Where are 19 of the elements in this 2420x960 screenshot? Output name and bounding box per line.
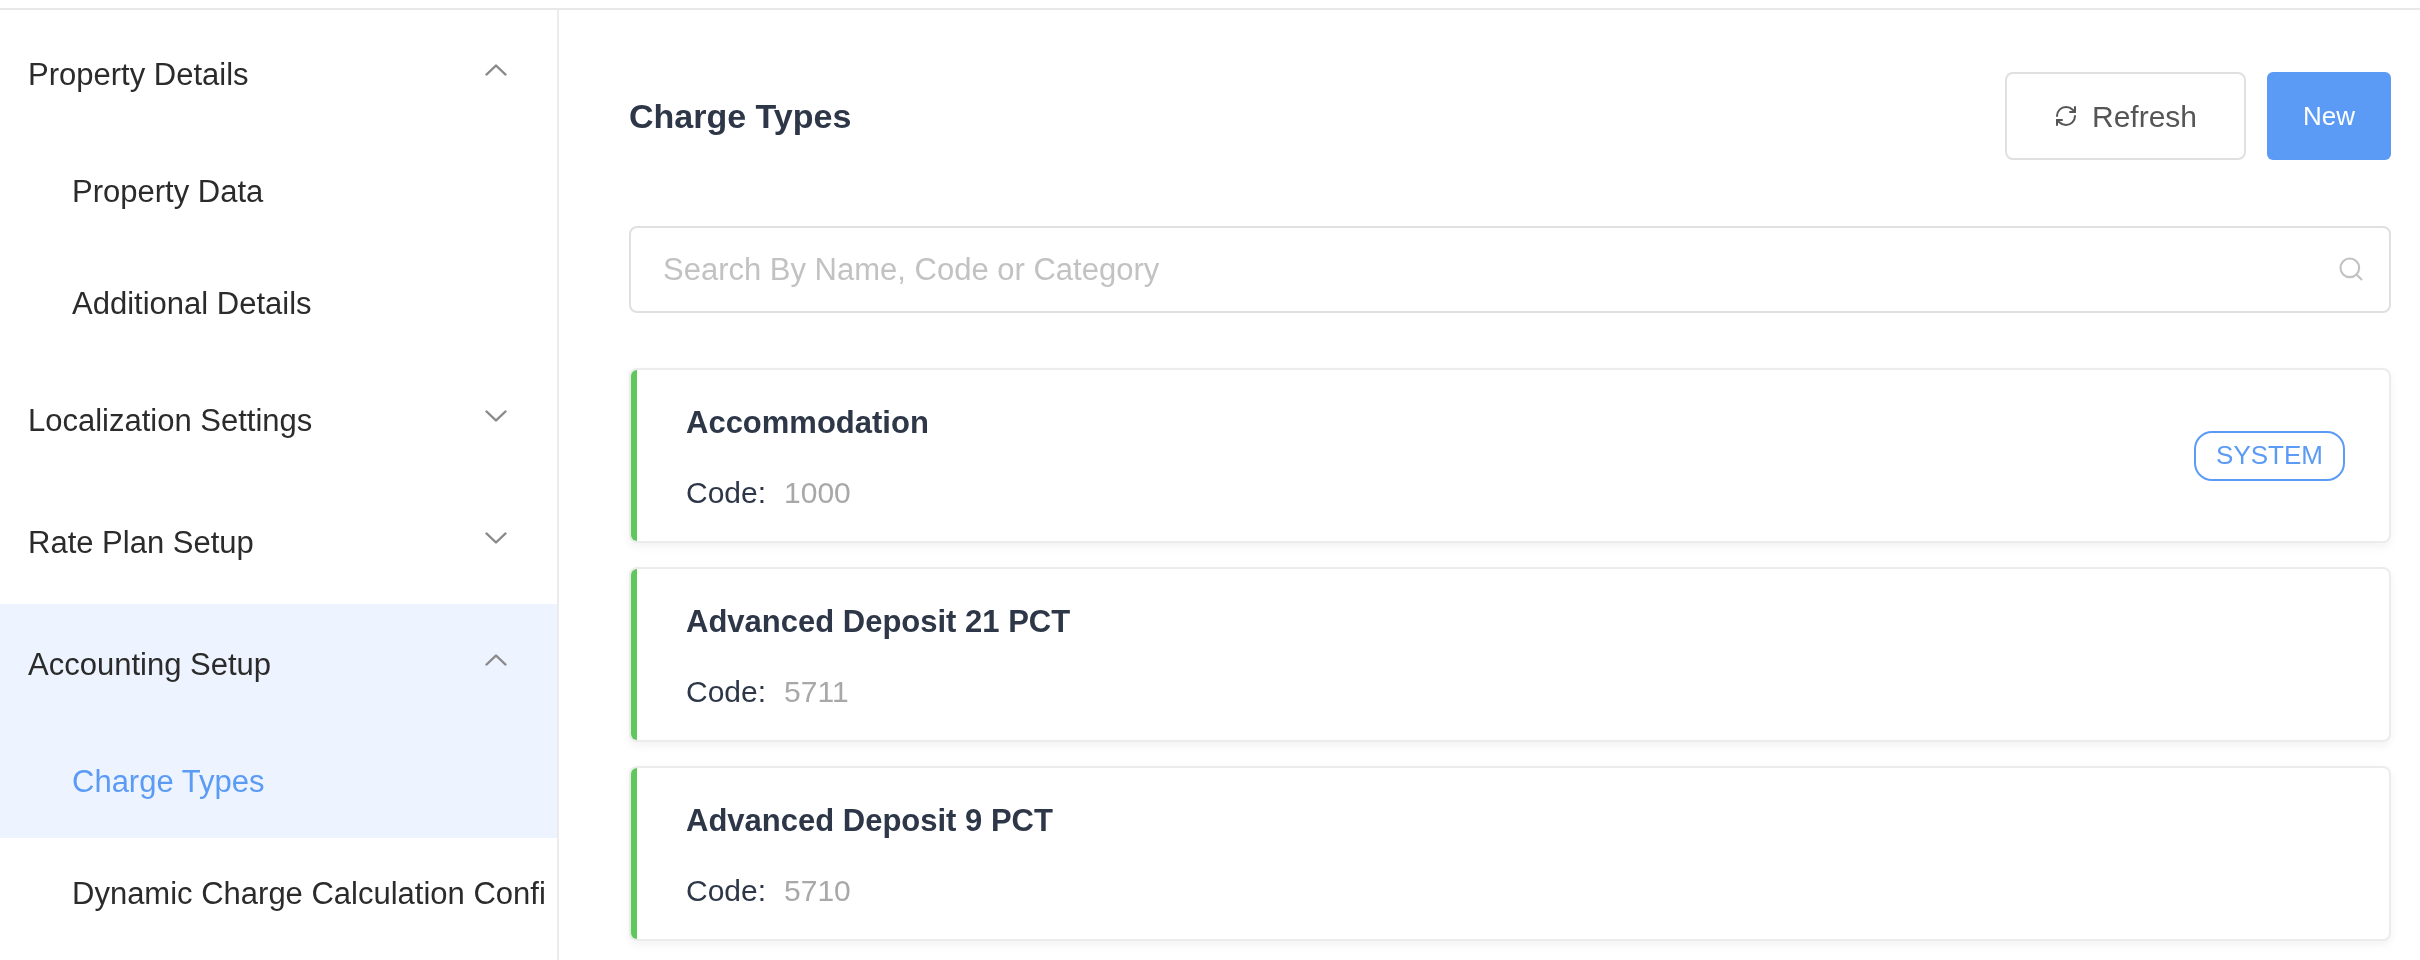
code-label: Code:: [686, 474, 767, 511]
charge-type-card[interactable]: Advanced Deposit 9 PCT Code: 5710: [629, 766, 2391, 941]
charge-type-name: Accommodation: [686, 404, 929, 441]
charge-type-card[interactable]: Accommodation Code: 1000 SYSTEM: [629, 368, 2391, 543]
page-title: Charge Types: [629, 95, 852, 137]
search-field[interactable]: Search By Name, Code or Category: [629, 226, 2391, 313]
charge-type-name: Advanced Deposit 9 PCT: [686, 802, 1053, 839]
charge-type-card[interactable]: Advanced Deposit 21 PCT Code: 5711: [629, 567, 2391, 742]
sidebar-item[interactable]: Accounting Setup: [0, 604, 557, 726]
type-badge: SYSTEM: [2194, 430, 2345, 481]
code-value: 5710: [784, 872, 851, 909]
code-label: Code:: [686, 872, 767, 909]
refresh-icon: [2053, 104, 2078, 128]
code-value: 5711: [784, 673, 849, 710]
charge-type-name: Advanced Deposit 21 PCT: [686, 603, 1071, 640]
code-value: 1000: [784, 474, 851, 511]
search-icon: [2337, 255, 2365, 283]
code-label: Code:: [686, 673, 767, 710]
refresh-button[interactable]: Refresh: [2005, 72, 2246, 160]
